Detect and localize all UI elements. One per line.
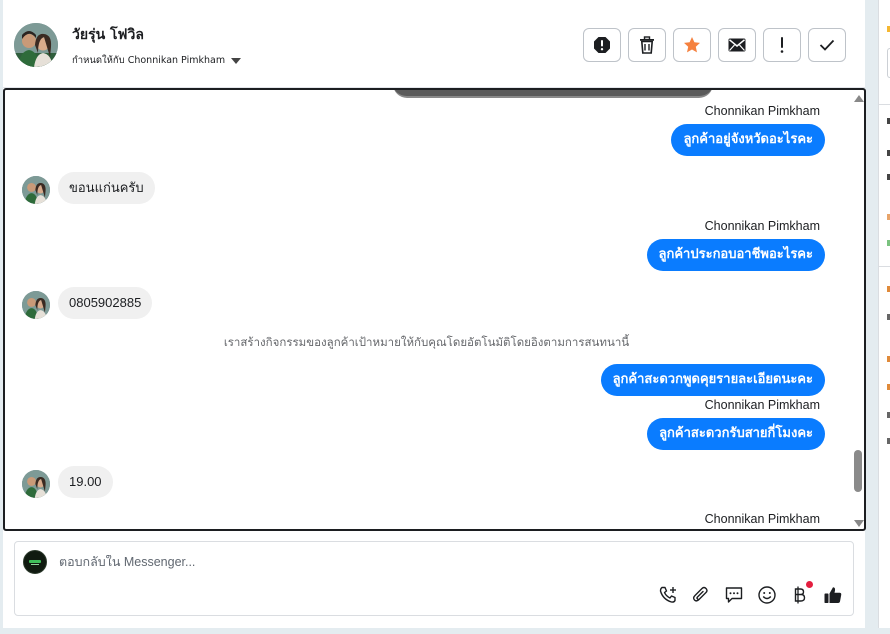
- like-button[interactable]: [822, 584, 843, 605]
- notification-dot: [806, 581, 813, 588]
- sender-name: Chonnikan Pimkham: [704, 219, 820, 233]
- exclamation-icon: [780, 37, 784, 53]
- composer-toolbar: [657, 581, 843, 605]
- envelope-icon: [728, 38, 746, 52]
- conversation-header: วัยรุ่น โฟวิล กำหนดให้กับ Chonnikan Pimk…: [3, 0, 865, 88]
- sender-name: Chonnikan Pimkham: [704, 398, 820, 412]
- trash-icon: [640, 36, 654, 54]
- star-icon: [684, 37, 700, 53]
- assignee-label: กำหนดให้กับ Chonnikan Pimkham: [72, 55, 226, 66]
- assignee-dropdown[interactable]: กำหนดให้กับ Chonnikan Pimkham: [72, 53, 242, 68]
- system-notice: เราสร้างกิจกรรมของลูกค้าเป้าหมายให้กับคุ…: [223, 335, 630, 349]
- contact-avatar-small: [22, 470, 50, 498]
- divider: [879, 104, 890, 105]
- incoming-message[interactable]: 0805902885: [58, 287, 153, 319]
- scroll-thumb[interactable]: [854, 450, 862, 492]
- mark-unread-button[interactable]: [718, 28, 756, 62]
- emoji-button[interactable]: [756, 584, 777, 605]
- reply-input[interactable]: [59, 555, 819, 569]
- divider: [879, 266, 890, 267]
- scroll-down-arrow-icon[interactable]: [854, 520, 864, 527]
- attach-button[interactable]: [690, 584, 711, 605]
- conversation-actions: [583, 28, 846, 62]
- mark-spam-button[interactable]: [583, 28, 621, 62]
- message-thread[interactable]: Chonnikan Pimkham ลูกค้าอยู่จังหวัดอะไรค…: [3, 88, 866, 531]
- saved-replies-button[interactable]: [723, 584, 744, 605]
- payment-button[interactable]: [789, 581, 813, 605]
- conversation-panel: วัยรุ่น โฟวิล กำหนดให้กับ Chonnikan Pimk…: [3, 0, 866, 628]
- contact-avatar-small: [22, 176, 50, 204]
- contact-name: วัยรุ่น โฟวิล: [72, 27, 144, 43]
- star-button[interactable]: [673, 28, 711, 62]
- side-panel-edge: [878, 0, 890, 628]
- scroll-up-arrow-icon[interactable]: [854, 95, 864, 102]
- alert-octagon-icon: [594, 37, 610, 53]
- check-icon: [819, 39, 835, 51]
- sender-name: Chonnikan Pimkham: [704, 512, 820, 526]
- shared-image-attachment[interactable]: [393, 90, 713, 98]
- mark-done-button[interactable]: [808, 28, 846, 62]
- page-avatar: [23, 550, 47, 574]
- contact-avatar[interactable]: [14, 23, 58, 67]
- reply-composer: [14, 541, 854, 616]
- baht-icon: [794, 586, 805, 603]
- phone-plus-icon: [659, 586, 676, 603]
- thumbs-up-icon: [824, 586, 841, 603]
- emoji-icon: [757, 585, 776, 604]
- call-button[interactable]: [657, 584, 678, 605]
- paperclip-icon: [692, 586, 708, 602]
- outgoing-message[interactable]: ลูกค้าประกอบอาชีพอะไรคะ: [646, 239, 825, 271]
- outgoing-message[interactable]: ลูกค้าอยู่จังหวัดอะไรคะ: [671, 124, 825, 156]
- thread-scrollbar[interactable]: [852, 90, 864, 529]
- outgoing-message[interactable]: ลูกค้าสะดวกพูดคุยรายละเอียดนะคะ: [600, 364, 825, 396]
- outgoing-message[interactable]: ลูกค้าสะดวกรับสายกี่โมงคะ: [647, 418, 825, 450]
- sender-name: Chonnikan Pimkham: [704, 104, 820, 118]
- saved-reply-icon: [725, 586, 742, 603]
- incoming-message[interactable]: 19.00: [58, 466, 113, 498]
- contact-avatar-small: [22, 291, 50, 319]
- incoming-message[interactable]: ขอนแก่นครับ: [58, 172, 155, 204]
- caret-down-icon: [231, 57, 242, 64]
- delete-button[interactable]: [628, 28, 666, 62]
- follow-up-button[interactable]: [763, 28, 801, 62]
